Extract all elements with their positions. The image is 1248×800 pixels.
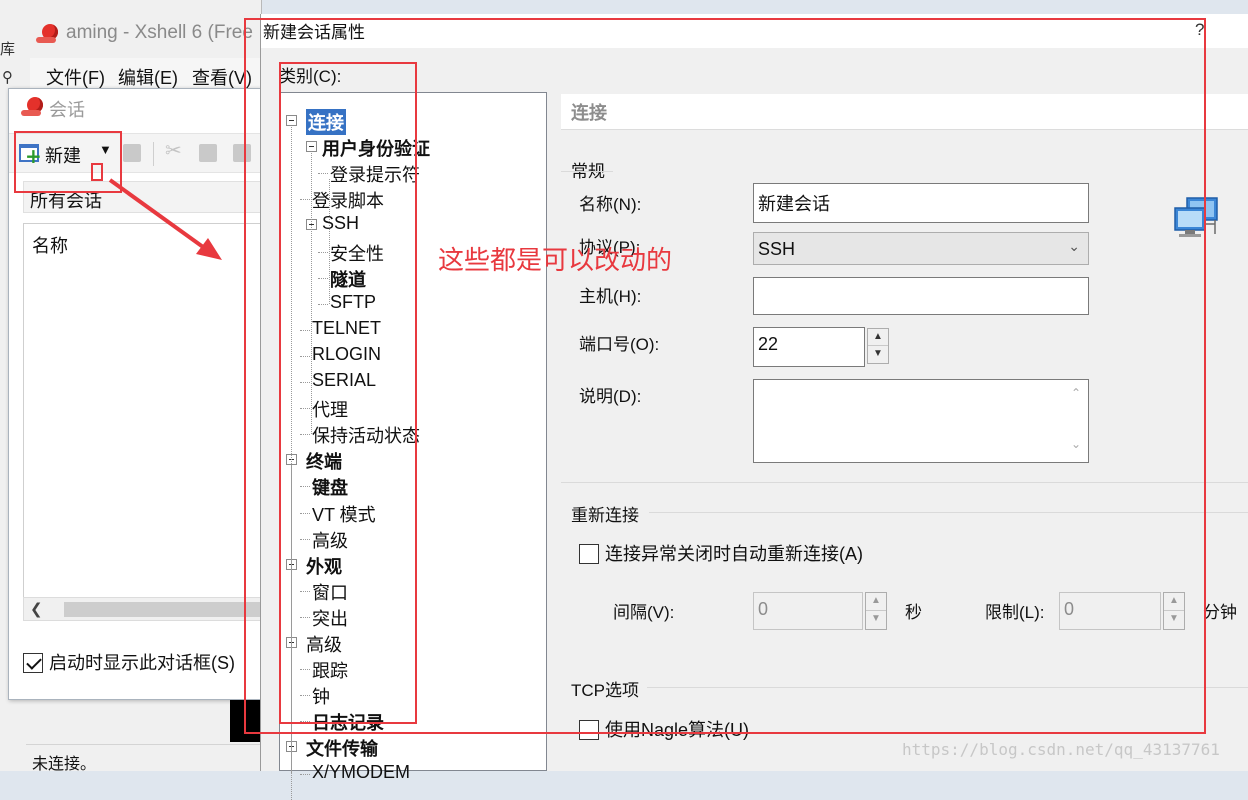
- session-list[interactable]: 名称: [23, 223, 263, 621]
- session-title-text: 会话: [49, 100, 85, 120]
- xshell-title-bar: aming - Xshell 6 (Free: [28, 18, 262, 50]
- cut-icon[interactable]: ✂: [165, 138, 183, 162]
- scroll-left-icon[interactable]: ❮: [30, 600, 43, 618]
- tree-connector: [300, 773, 310, 775]
- menu-edit[interactable]: 编辑(E): [118, 64, 178, 90]
- copy-icon[interactable]: [199, 144, 217, 162]
- toolbar-divider: [153, 142, 154, 166]
- annotation-tree-frame: [279, 62, 417, 724]
- properties-icon[interactable]: [123, 144, 141, 162]
- column-header-name[interactable]: 名称: [32, 232, 68, 258]
- annotation-dropdown-frame: [91, 163, 103, 181]
- tree-item[interactable]: 文件传输: [306, 735, 378, 761]
- session-logo-icon: [21, 97, 45, 117]
- xshell-window: 库 ⚲ aming - Xshell 6 (Free 文件(F) 编辑(E) 查…: [0, 0, 264, 773]
- scroll-thumb[interactable]: [64, 602, 264, 617]
- startup-checkbox[interactable]: [23, 653, 43, 673]
- left-tab-label: 库: [0, 41, 16, 58]
- watermark: https://blog.csdn.net/qq_43137761: [902, 740, 1220, 759]
- annotation-new-button-frame: [14, 131, 122, 193]
- status-bar: 未连接。: [26, 744, 262, 773]
- menu-file[interactable]: 文件(F): [46, 64, 105, 90]
- startup-checkbox-label: 启动时显示此对话框(S): [49, 653, 235, 673]
- tree-item[interactable]: X/YMODEM: [312, 762, 410, 783]
- xshell-menubar: 文件(F) 编辑(E) 查看(V): [30, 58, 262, 92]
- startup-checkbox-row[interactable]: 启动时显示此对话框(S): [23, 649, 235, 675]
- limit-unit: 分钟: [1203, 603, 1237, 622]
- xshell-title: aming - Xshell 6 (Free: [66, 22, 253, 43]
- annotation-note: 这些都是可以改动的: [438, 245, 673, 275]
- search-icon[interactable]: ⚲: [2, 68, 13, 86]
- horizontal-scrollbar[interactable]: ❮: [23, 597, 264, 621]
- xshell-logo-icon: [36, 24, 60, 44]
- menu-view[interactable]: 查看(V): [192, 64, 252, 90]
